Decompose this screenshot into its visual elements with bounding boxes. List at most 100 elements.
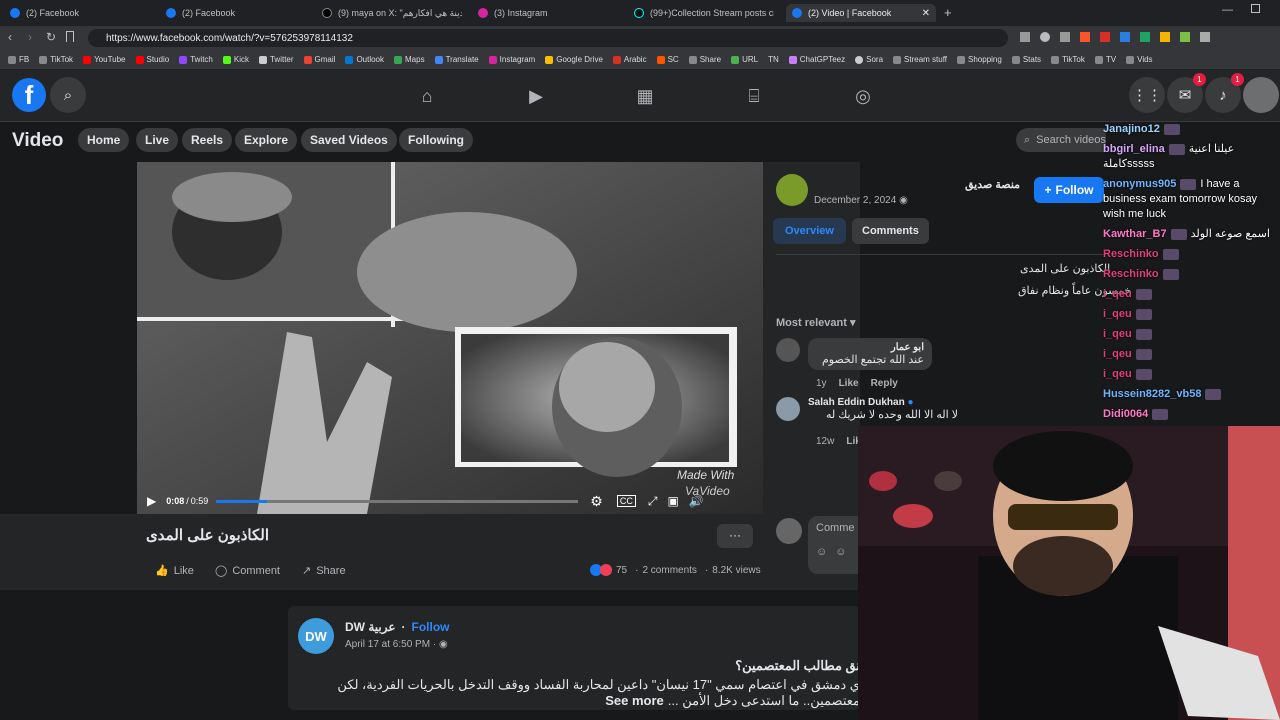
comment-author[interactable]: ابو عمار <box>816 342 924 353</box>
bookmark-item[interactable]: Outlook <box>345 55 384 64</box>
expand-icon[interactable]: ⤢ <box>648 494 658 509</box>
bookmark-folder[interactable]: Shopping <box>957 55 1002 64</box>
bookmark-item[interactable]: Twitch <box>179 55 213 64</box>
page-avatar[interactable] <box>776 174 808 206</box>
browser-tab-active[interactable]: (2) Video | Facebook ✕ <box>786 4 936 22</box>
facebook-logo[interactable]: f <box>12 78 46 112</box>
sort-dropdown[interactable]: Most relevant ▾ <box>776 316 856 329</box>
bookmark-item[interactable]: Twitter <box>258 55 294 64</box>
captions-icon[interactable]: CC <box>616 495 636 507</box>
page-name[interactable]: منصة صديق <box>965 178 1020 191</box>
bookmark-item[interactable]: ChatGPTeez <box>788 55 845 64</box>
bookmark-item[interactable]: Translate <box>434 55 479 64</box>
comment-button[interactable]: ◯ Comment <box>215 564 280 578</box>
comment-author[interactable]: Salah Eddin Dukhan ● <box>808 397 958 408</box>
brave-icon[interactable] <box>1080 32 1090 42</box>
messenger-icon[interactable]: ✉ 1 <box>1167 73 1206 113</box>
progress-bar[interactable] <box>216 499 579 503</box>
tab-reels[interactable]: Reels <box>182 128 233 152</box>
bookmark-item[interactable]: Arabic <box>612 55 647 64</box>
comment-reply-button[interactable]: Reply <box>871 378 898 389</box>
bookmark-item[interactable]: Studio <box>135 55 169 64</box>
settings-icon[interactable]: ⚙ <box>590 493 603 510</box>
browser-tab[interactable]: (9) maya on X: "بن المدينة هي افكارهم <box>322 4 462 22</box>
tab-overview[interactable]: Overview <box>773 218 846 244</box>
bookmark-item[interactable]: Google Drive <box>545 55 603 64</box>
extensions-icon[interactable] <box>1200 32 1210 42</box>
groups-icon[interactable]: ◎ <box>851 84 875 108</box>
bookmark-item[interactable]: TN <box>768 55 779 64</box>
play-icon[interactable]: ▶ <box>147 494 156 508</box>
search-icon[interactable]: ⌕ <box>50 77 86 113</box>
maximize-icon[interactable] <box>1251 4 1260 13</box>
bookmark-item[interactable]: Kick <box>222 55 249 64</box>
extension-icon[interactable] <box>1100 32 1110 42</box>
browser-tab[interactable]: (3) Instagram <box>478 4 618 22</box>
bookmark-item[interactable]: Instagram <box>488 55 535 64</box>
comment-input[interactable]: Comme ☺ ☺ <box>808 516 860 574</box>
feeds-icon[interactable]: ▦ <box>633 84 657 108</box>
comment-like-button[interactable]: Like <box>839 378 859 389</box>
share-button[interactable]: ↗ Share <box>302 564 346 578</box>
bookmark-item[interactable]: Maps <box>394 55 425 64</box>
gif-icon[interactable]: ☺ <box>816 546 827 558</box>
avatar[interactable] <box>776 338 800 362</box>
home-icon[interactable]: ⌂ <box>415 84 439 108</box>
marketplace-icon[interactable]: ⌸ <box>742 84 766 108</box>
volume-icon[interactable]: 🔊 <box>689 494 704 508</box>
bookmark-item[interactable]: SC <box>656 55 679 64</box>
video-player[interactable]: Made With VaVideo <box>137 162 763 514</box>
avatar[interactable] <box>1243 77 1279 113</box>
extension-icon[interactable] <box>1020 32 1030 42</box>
bookmark-item[interactable]: URL <box>731 55 758 64</box>
reload-icon[interactable]: ↻ <box>46 30 56 44</box>
reaction-count[interactable]: 75 <box>616 565 627 576</box>
notifications-icon[interactable]: ♪ 1 <box>1205 73 1244 113</box>
tab-following[interactable]: Following <box>399 128 473 152</box>
emoji-icon[interactable]: ☺ <box>835 546 846 558</box>
bookmark-folder[interactable]: TV <box>1094 55 1116 64</box>
bookmark-icon[interactable] <box>66 31 74 42</box>
bookmark-item[interactable]: Share <box>688 55 721 64</box>
browser-tab[interactable]: (2) Facebook <box>10 4 150 22</box>
tab-comments[interactable]: Comments <box>852 218 929 244</box>
zoom-icon[interactable] <box>1040 32 1050 42</box>
more-options-button[interactable]: ··· <box>717 524 753 548</box>
bookmark-item[interactable]: Sora <box>855 55 883 64</box>
avatar[interactable] <box>776 397 800 421</box>
page-name[interactable]: DW عربية <box>345 620 396 634</box>
comment-count[interactable]: 2 comments <box>642 565 696 576</box>
video-icon[interactable]: ▶ <box>524 84 548 108</box>
menu-grid-icon[interactable]: ⋮⋮ <box>1129 77 1165 113</box>
browser-tab[interactable]: (99+)Collection Stream posts created <box>634 4 774 22</box>
bookmark-folder[interactable]: Stats <box>1011 55 1041 64</box>
bookmark-item[interactable]: TikTok <box>39 55 73 64</box>
minimize-icon[interactable]: — <box>1222 4 1233 16</box>
share-icon[interactable] <box>1060 32 1070 42</box>
like-button[interactable]: 👍 Like <box>155 564 194 578</box>
see-more-link[interactable]: See more <box>605 693 664 709</box>
bookmark-folder[interactable]: Stream stuff <box>893 55 947 64</box>
follow-link[interactable]: Follow <box>412 620 450 634</box>
extension-icon[interactable] <box>1160 32 1170 42</box>
extension-icon[interactable] <box>1180 32 1190 42</box>
forward-icon[interactable]: › <box>28 30 32 44</box>
extension-icon[interactable] <box>1120 32 1130 42</box>
back-icon[interactable]: ‹ <box>8 30 12 44</box>
bookmark-folder[interactable]: TikTok <box>1051 55 1085 64</box>
bookmark-item[interactable]: FB <box>8 55 29 64</box>
tab-saved-videos[interactable]: Saved Videos <box>301 128 397 152</box>
bookmark-folder[interactable]: Vids <box>1126 55 1153 64</box>
pip-icon[interactable]: ▣ <box>667 494 678 508</box>
bookmark-item[interactable]: YouTube <box>83 55 126 64</box>
extension-icon[interactable] <box>1140 32 1150 42</box>
tab-explore[interactable]: Explore <box>235 128 298 152</box>
new-tab-icon[interactable]: + <box>944 5 952 20</box>
search-videos-field[interactable]: ⌕ Search videos <box>1016 128 1106 152</box>
bookmark-item[interactable]: Gmail <box>303 55 335 64</box>
dw-logo-icon[interactable]: DW <box>298 618 334 654</box>
follow-button[interactable]: + Follow <box>1034 177 1104 203</box>
date-text[interactable]: April 17 at 6:50 PM <box>345 639 430 650</box>
url-bar[interactable]: https://www.facebook.com/watch/?v=576253… <box>88 29 1008 47</box>
tab-live[interactable]: Live <box>136 128 179 152</box>
